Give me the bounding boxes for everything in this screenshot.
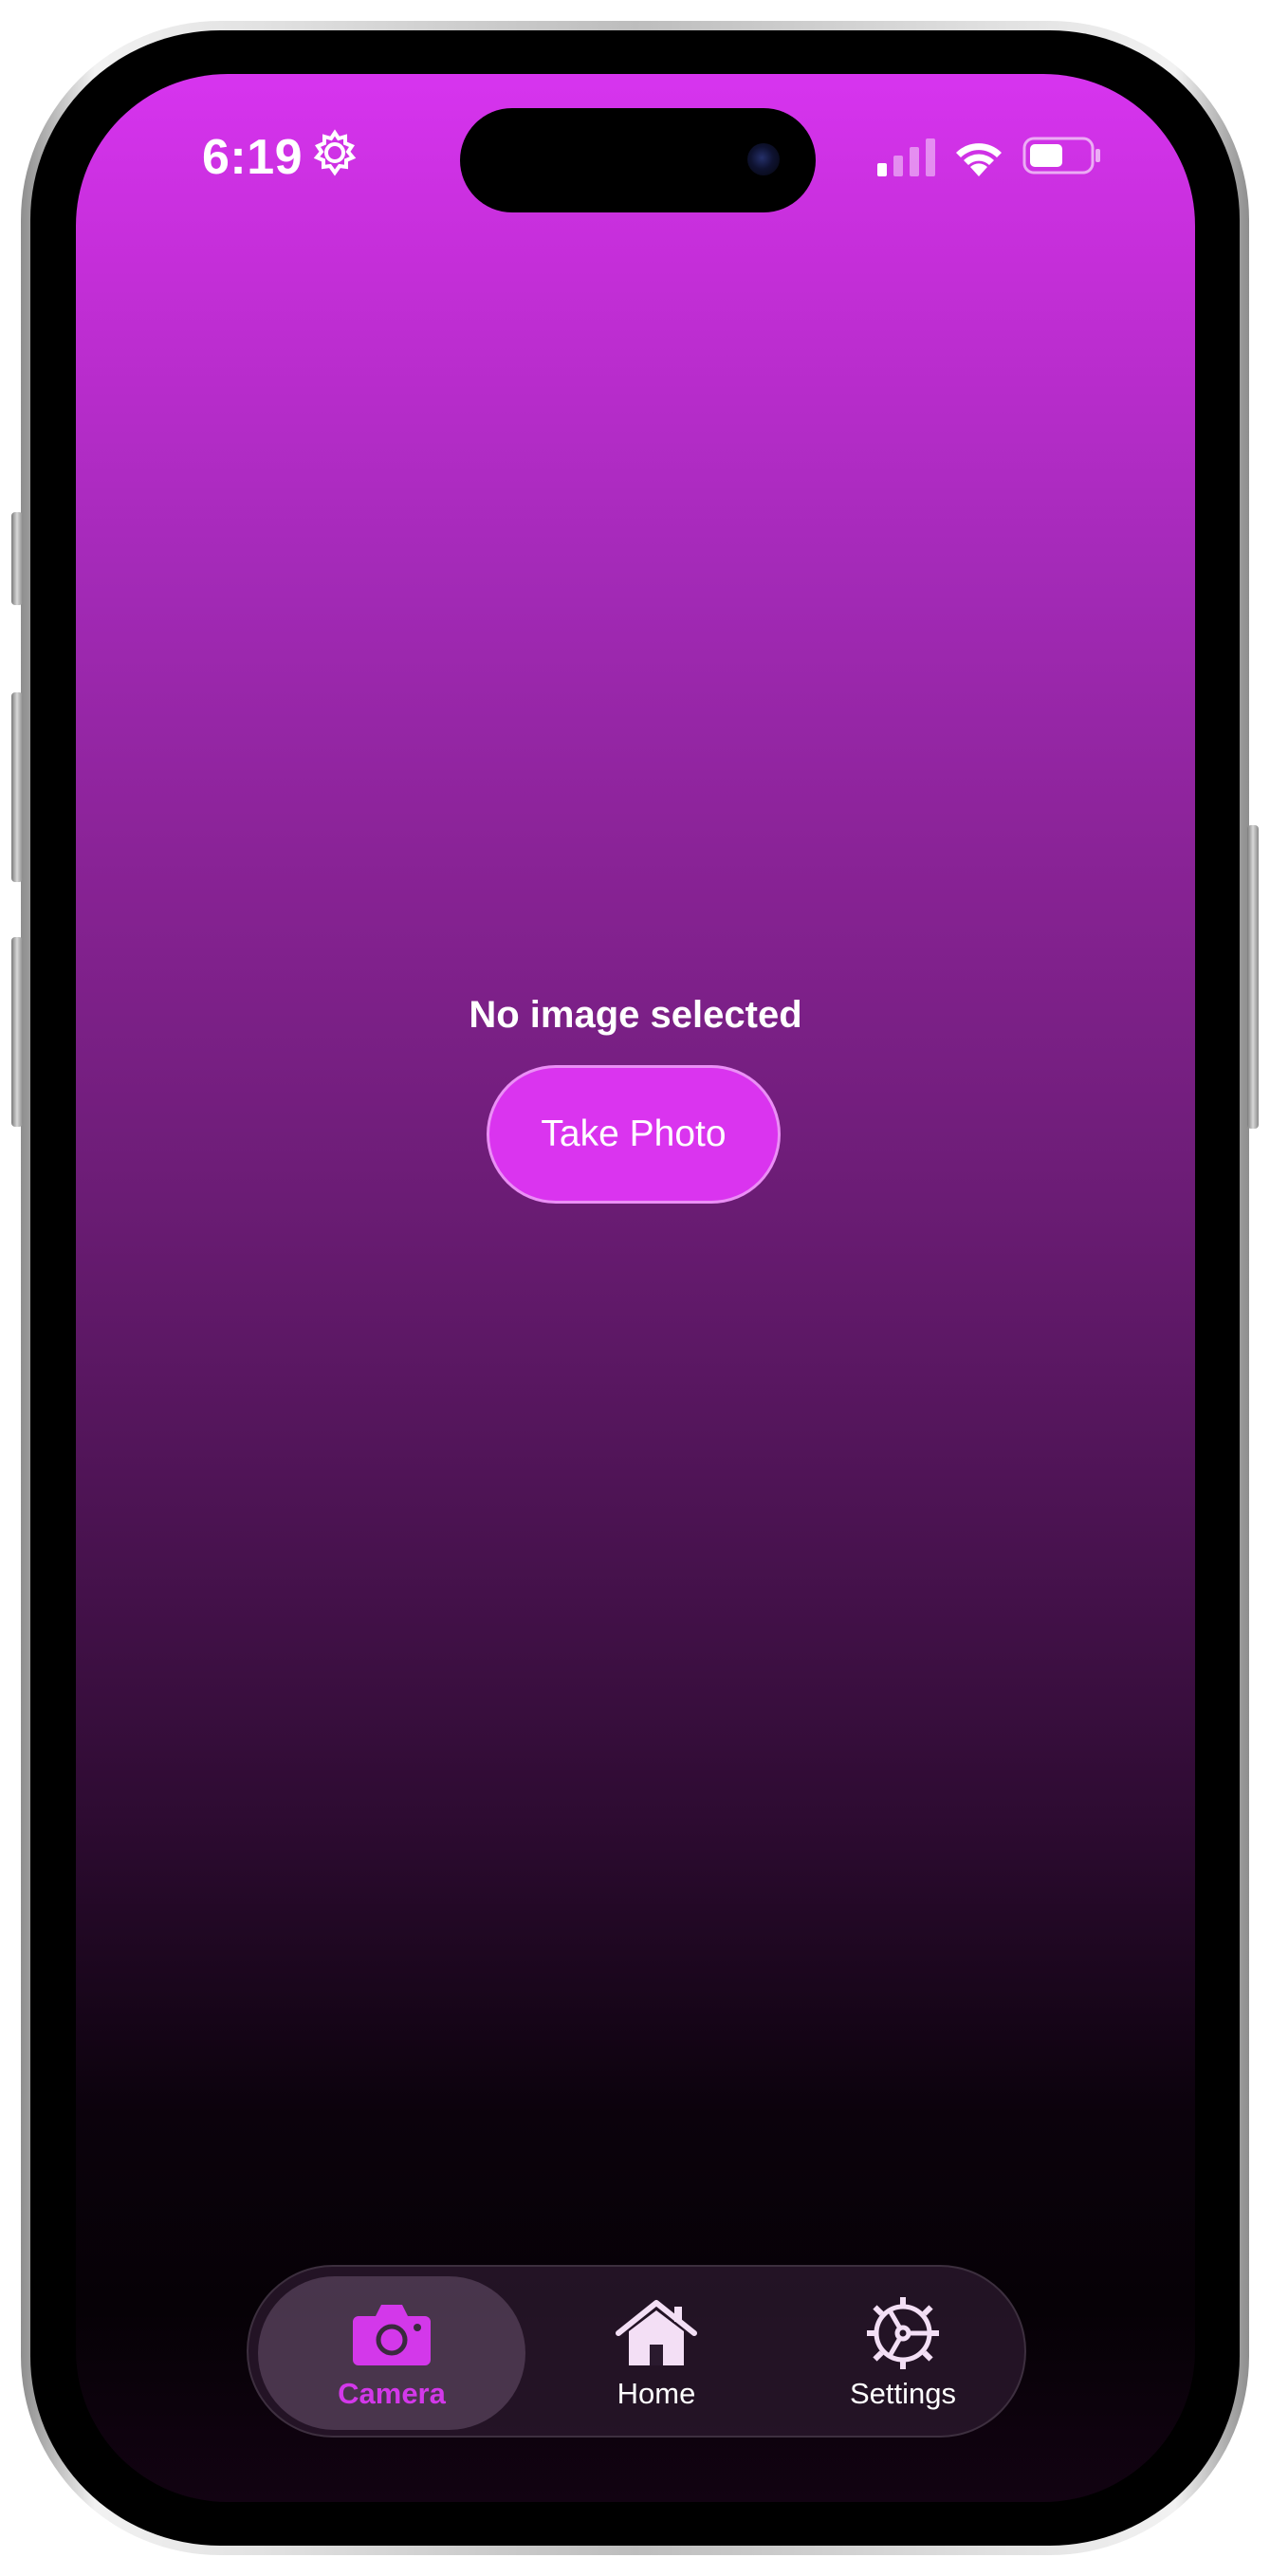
volume-down-button bbox=[11, 937, 23, 1127]
take-photo-label: Take Photo bbox=[541, 1113, 727, 1154]
volume-up-button bbox=[11, 692, 23, 882]
settings-gear-icon bbox=[867, 2297, 939, 2369]
status-time: 6:19 bbox=[202, 130, 304, 185]
power-button bbox=[1247, 825, 1259, 1129]
home-icon bbox=[616, 2300, 697, 2365]
tab-home-label: Home bbox=[617, 2377, 696, 2410]
tab-camera-label: Camera bbox=[338, 2377, 446, 2410]
cellular-signal-icon bbox=[877, 138, 935, 176]
empty-state: No image selected bbox=[76, 994, 1195, 1037]
tab-settings[interactable]: Settings bbox=[799, 2276, 1007, 2430]
app-screen: 6:19 No image selected Take Photo Camera… bbox=[76, 74, 1195, 2502]
empty-state-message: No image selected bbox=[469, 994, 802, 1036]
gear-icon bbox=[313, 129, 357, 176]
tab-home[interactable]: Home bbox=[561, 2276, 751, 2430]
tab-camera[interactable]: Camera bbox=[258, 2276, 525, 2430]
action-button bbox=[11, 512, 23, 605]
tab-bar: Camera Home Settings bbox=[247, 2265, 1026, 2438]
take-photo-button[interactable]: Take Photo bbox=[487, 1065, 781, 1204]
battery-icon bbox=[1022, 137, 1100, 175]
tab-settings-label: Settings bbox=[849, 2377, 956, 2410]
dynamic-island bbox=[460, 108, 816, 212]
wifi-icon bbox=[956, 143, 1002, 176]
front-camera bbox=[747, 143, 780, 175]
camera-icon bbox=[353, 2305, 431, 2365]
